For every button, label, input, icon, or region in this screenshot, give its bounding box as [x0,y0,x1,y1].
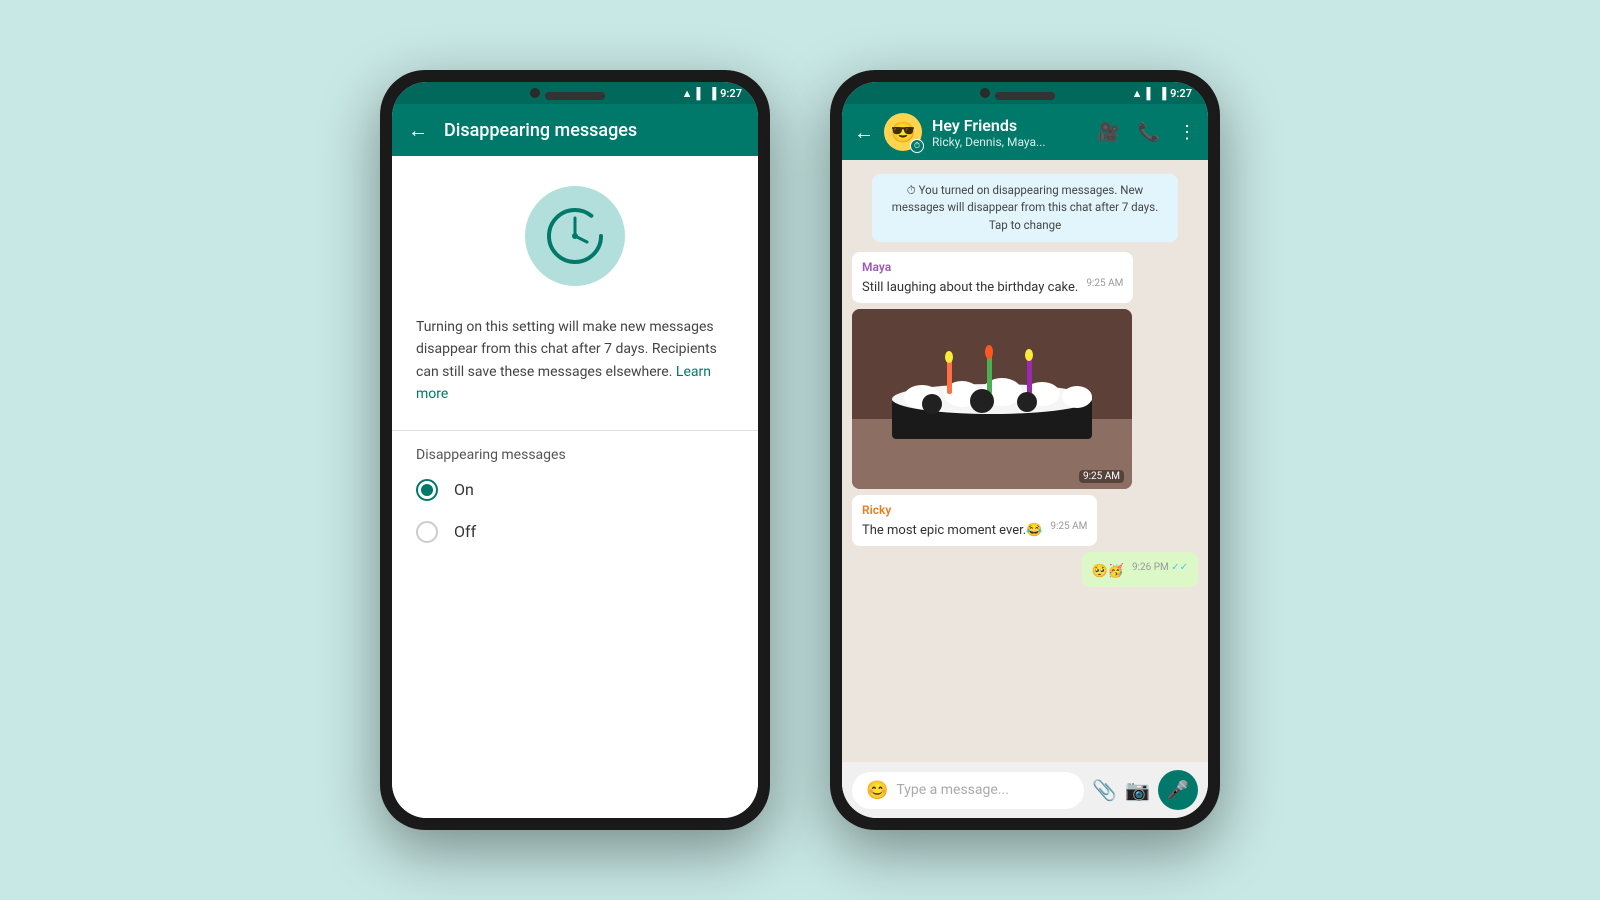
disappearing-icon [525,186,625,286]
chat-input-field[interactable]: 😊 Type a message... [852,772,1084,809]
phone2-speaker [995,92,1055,100]
message-ricky: Ricky The most epic moment ever.😂 9:25 A… [852,495,1097,546]
page-title: Disappearing messages [444,120,637,141]
section-label: Disappearing messages [416,447,734,463]
clock-svg [545,206,605,266]
battery-icon-2: ▐ [1158,87,1166,100]
phone-camera [530,88,540,98]
wifi-icon-2: ▲ [1132,87,1143,100]
sender-maya: Maya [862,260,1123,274]
cake-svg [852,309,1132,489]
input-placeholder: Type a message... [896,782,1070,798]
image-time: 9:25 AM [1079,470,1124,483]
chat-input-bar: 😊 Type a message... 📎 📷 🎤 [842,762,1208,818]
disappearing-badge: ⏱ [910,139,924,153]
chat-header: ← 😎 ⏱ Hey Friends Ricky, Dennis, Maya...… [842,104,1208,160]
emoji-button[interactable]: 😊 [866,780,888,801]
group-name: Hey Friends [932,116,1087,135]
mic-button[interactable]: 🎤 [1158,770,1198,810]
description-text: Turning on this setting will make new me… [416,316,734,406]
phone-2: ▲ ▌ ▐ 9:27 ← 😎 ⏱ Hey Friends Ricky, Denn… [830,70,1220,830]
cake-visual [852,309,1132,489]
system-message[interactable]: ⏱ You turned on disappearing messages. N… [872,174,1178,242]
video-call-icon[interactable]: 🎥 [1097,122,1119,143]
chat-action-icons: 🎥 📞 ⋮ [1097,122,1196,143]
group-avatar: 😎 ⏱ [884,113,922,151]
group-members: Ricky, Dennis, Maya... [932,135,1087,149]
phone-speaker [545,92,605,100]
msg-text-sent: 🥺🥳 [1092,564,1124,579]
msg-text-ricky: The most epic moment ever.😂 [862,523,1042,538]
sender-ricky: Ricky [862,503,1087,517]
msg-time-sent: 9:26 PM [1132,562,1188,573]
option-on[interactable]: On [416,479,734,501]
phone-1: ▲ ▌ ▐ 9:27 ← Disappearing messages [380,70,770,830]
attach-button[interactable]: 📎 [1092,778,1117,802]
more-options-icon[interactable]: ⋮ [1178,122,1196,143]
phone2-camera [980,88,990,98]
camera-button[interactable]: 📷 [1125,778,1150,802]
option-on-label: On [454,480,474,499]
message-cake-image: 9:25 AM [852,309,1132,489]
status-time-1: 9:27 [720,87,742,100]
phone1-header: ← Disappearing messages [392,104,758,156]
message-sent-emoji: 🥺🥳 9:26 PM [1082,552,1198,587]
option-off[interactable]: Off [416,521,734,543]
message-maya-text: Maya Still laughing about the birthday c… [852,252,1133,303]
chat-back-button[interactable]: ← [854,120,874,145]
option-off-label: Off [454,522,476,541]
divider [392,430,758,431]
phone-1-screen: ▲ ▌ ▐ 9:27 ← Disappearing messages [392,82,758,818]
signal-icon: ▌ [697,87,705,100]
phone-2-screen: ▲ ▌ ▐ 9:27 ← 😎 ⏱ Hey Friends Ricky, Denn… [842,82,1208,818]
radio-off[interactable] [416,521,438,543]
wifi-icon: ▲ [682,87,693,100]
msg-time-ricky: 9:25 AM [1050,521,1087,532]
phone-call-icon[interactable]: 📞 [1138,122,1160,143]
back-button[interactable]: ← [408,118,428,143]
signal-icon-2: ▌ [1147,87,1155,100]
phone1-content: Turning on this setting will make new me… [392,156,758,818]
msg-time-maya: 9:25 AM [1086,278,1123,289]
msg-text-maya: Still laughing about the birthday cake. [862,280,1078,295]
chat-body: ⏱ You turned on disappearing messages. N… [842,160,1208,762]
chat-info[interactable]: Hey Friends Ricky, Dennis, Maya... [932,116,1087,149]
battery-icon: ▐ [708,87,716,100]
phones-container: ▲ ▌ ▐ 9:27 ← Disappearing messages [380,70,1220,830]
radio-on[interactable] [416,479,438,501]
system-clock-icon: ⏱ [907,183,916,197]
status-time-2: 9:27 [1170,87,1192,100]
